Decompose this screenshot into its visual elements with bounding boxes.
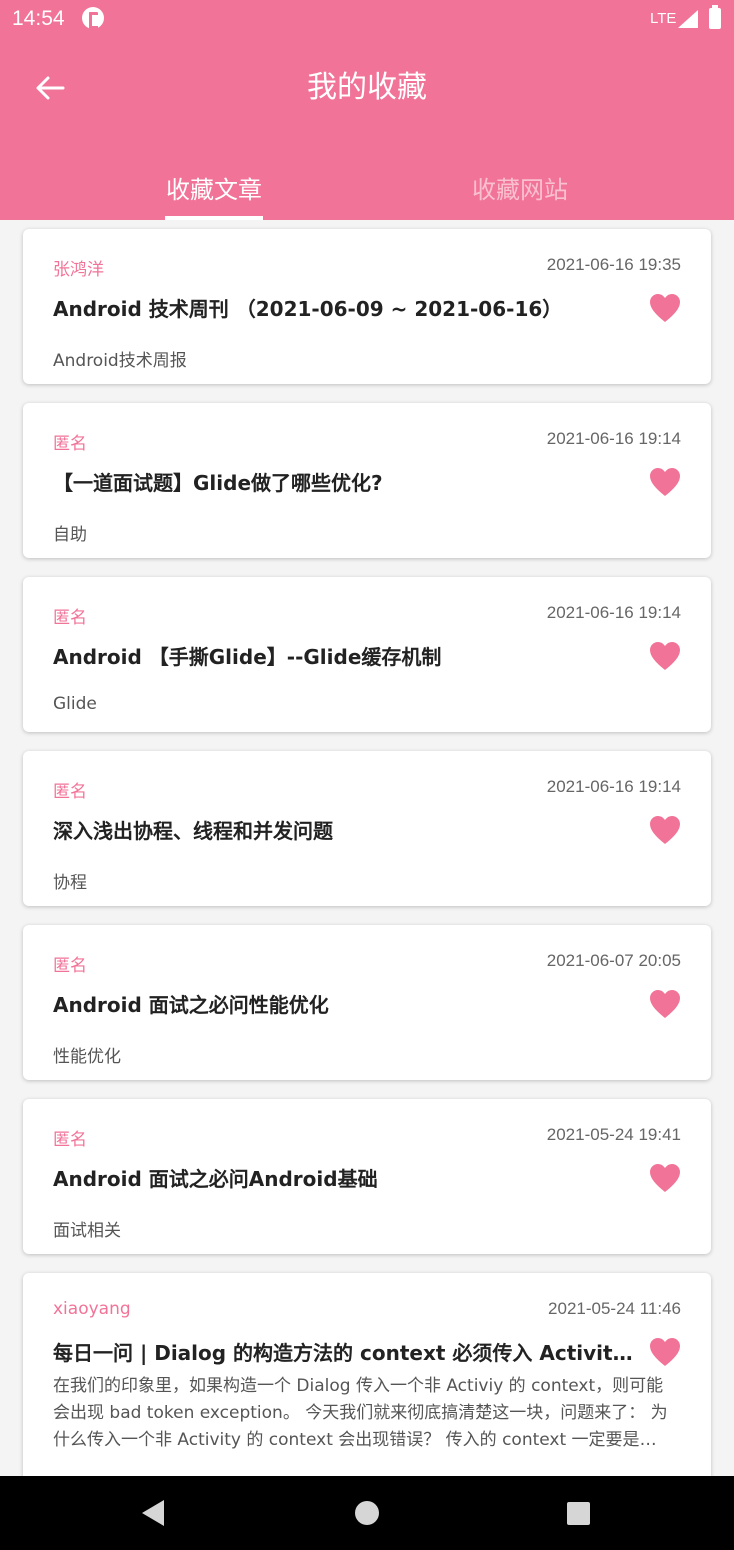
article-description: 在我们的印象里，如果构造一个 Dialog 传入一个非 Activiy 的 co… — [53, 1376, 668, 1450]
heart-icon[interactable] — [649, 989, 681, 1019]
article-description: 自助 — [53, 525, 87, 545]
article-author: xiaoyang — [53, 1299, 131, 1319]
article-author: 匿名 — [53, 434, 87, 454]
article-card[interactable]: 匿名 2021-06-16 19:14 【一道面试题】Glide做了哪些优化? 自助 — [23, 403, 711, 558]
tab-favorite-sites[interactable]: 收藏网站 — [420, 168, 620, 220]
article-title: Android 面试之必问Android基础 — [53, 1167, 378, 1191]
article-description: 协程 — [53, 873, 87, 893]
nav-home-icon[interactable] — [355, 1501, 379, 1525]
status-time: 14:54 — [12, 7, 65, 30]
article-description: Glide — [53, 694, 97, 714]
article-description: 性能优化 — [53, 1047, 121, 1067]
heart-icon[interactable] — [649, 467, 681, 497]
article-card[interactable]: 张鸿洋 2021-06-16 19:35 Android 技术周刊 （2021-06… — [23, 229, 711, 384]
signal-icon — [678, 10, 698, 28]
heart-icon[interactable] — [649, 641, 681, 671]
article-date: 2021-06-16 19:35 — [546, 255, 681, 274]
article-date: 2021-06-16 19:14 — [546, 429, 681, 448]
app-notification-icon — [82, 7, 104, 29]
status-bar: 14:54 LTE — [0, 0, 734, 38]
article-author: 匿名 — [53, 782, 87, 802]
article-list[interactable]: 张鸿洋 2021-06-16 19:35 Android 技术周刊 （2021-06… — [0, 220, 734, 1476]
tab-favorite-articles[interactable]: 收藏文章 — [114, 168, 314, 220]
battery-icon — [709, 5, 721, 29]
heart-icon[interactable] — [649, 293, 681, 323]
article-author: 匿名 — [53, 956, 87, 976]
page-title: 我的收藏 — [307, 70, 427, 105]
article-card[interactable]: 匿名 2021-05-24 19:41 Android 面试之必问Android基础… — [23, 1099, 711, 1254]
article-title: Android 面试之必问性能优化 — [53, 993, 329, 1017]
article-card[interactable]: 匿名 2021-06-16 19:14 Android 【手撕Glide】--Gli… — [23, 577, 711, 732]
article-description: 面试相关 — [53, 1221, 121, 1241]
article-author: 匿名 — [53, 608, 87, 628]
article-date: 2021-06-16 19:14 — [546, 777, 681, 796]
article-title: 【一道面试题】Glide做了哪些优化? — [53, 471, 383, 495]
article-card[interactable]: xiaoyang 2021-05-24 11:46 每日一问 | Dialog 的构… — [23, 1273, 711, 1476]
article-date: 2021-06-07 20:05 — [546, 951, 681, 970]
network-type: LTE — [650, 10, 677, 27]
article-author: 匿名 — [53, 1130, 87, 1150]
article-description: Android技术周报 — [53, 351, 187, 371]
article-date: 2021-06-16 19:14 — [546, 603, 681, 622]
nav-recents-icon[interactable] — [567, 1502, 590, 1525]
article-date: 2021-05-24 11:46 — [548, 1299, 681, 1318]
article-author: 张鸿洋 — [53, 260, 104, 280]
article-title: 深入浅出协程、线程和并发问题 — [53, 819, 333, 843]
app-header: 14:54 LTE 我的收藏 收藏文章 收藏网站 — [0, 0, 734, 220]
system-nav-bar — [0, 1476, 734, 1550]
heart-icon[interactable] — [649, 815, 681, 845]
article-date: 2021-05-24 19:41 — [546, 1125, 681, 1144]
article-title: Android 技术周刊 （2021-06-09 ~ 2021-06-16） — [53, 297, 563, 321]
nav-back-icon[interactable] — [142, 1500, 164, 1526]
article-title: Android 【手撕Glide】--Glide缓存机制 — [53, 645, 442, 669]
article-card[interactable]: 匿名 2021-06-07 20:05 Android 面试之必问性能优化性能优化 — [23, 925, 711, 1080]
heart-icon[interactable] — [649, 1337, 681, 1367]
article-card[interactable]: 匿名 2021-06-16 19:14 深入浅出协程、线程和并发问题协程 — [23, 751, 711, 906]
heart-icon[interactable] — [649, 1163, 681, 1193]
article-title: 每日一问 | Dialog 的构造方法的 context 必须传入 Activi… — [53, 1341, 633, 1365]
